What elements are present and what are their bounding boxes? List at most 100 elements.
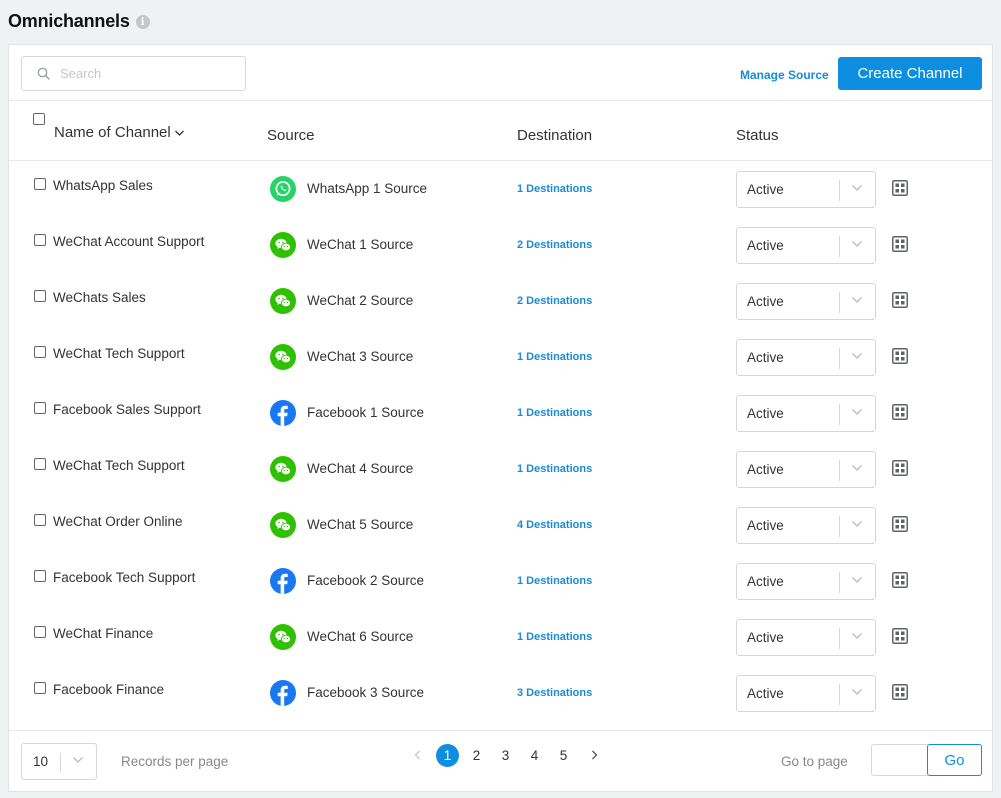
info-icon[interactable]: i — [135, 15, 150, 29]
page-number-5[interactable]: 5 — [552, 744, 575, 767]
sort-chevron-down-icon[interactable] — [174, 129, 185, 137]
channel-name: WhatsApp Sales — [53, 178, 153, 193]
select-divider — [839, 348, 840, 369]
wechat-icon — [270, 624, 296, 650]
status-select[interactable]: Active — [736, 283, 876, 320]
select-divider — [839, 236, 840, 257]
page-number-3[interactable]: 3 — [494, 744, 517, 767]
page-title: Omnichannels — [8, 10, 130, 31]
qr-code-icon[interactable] — [892, 684, 908, 705]
destinations-link[interactable]: 4 Destinations — [517, 519, 592, 531]
page-number-1[interactable]: 1 — [436, 743, 459, 767]
qr-code-icon[interactable] — [892, 180, 908, 201]
qr-code-icon[interactable] — [892, 404, 908, 425]
row-checkbox[interactable] — [34, 346, 46, 358]
chevron-down-icon — [852, 353, 862, 359]
row-checkbox[interactable] — [34, 290, 46, 302]
chevron-down-icon — [852, 409, 862, 415]
status-select[interactable]: Active — [736, 507, 876, 544]
row-checkbox[interactable] — [34, 626, 46, 638]
source-name: WeChat 4 Source — [307, 461, 414, 476]
status-select[interactable]: Active — [736, 619, 876, 656]
select-all-checkbox[interactable] — [33, 113, 45, 125]
prev-page-icon[interactable] — [409, 750, 425, 760]
table-row: WeChat Tech Support WeChat 4 Source 1 Dest… — [9, 441, 992, 497]
status-select[interactable]: Active — [736, 395, 876, 432]
table-row: WeChat Account Support WeChat 1 Source 2 D… — [9, 217, 992, 273]
qr-code-icon[interactable] — [892, 460, 908, 481]
row-checkbox[interactable] — [34, 682, 46, 694]
status-value: Active — [747, 182, 784, 197]
destinations-link[interactable]: 1 Destinations — [517, 183, 592, 195]
column-header-name-label: Name of Channel — [54, 124, 171, 141]
qr-code-icon[interactable] — [892, 292, 908, 313]
destinations-link[interactable]: 2 Destinations — [517, 295, 592, 307]
select-divider — [839, 572, 840, 593]
qr-code-icon[interactable] — [892, 348, 908, 369]
status-select[interactable]: Active — [736, 451, 876, 488]
toolbar: Manage Source Create Channel — [9, 45, 992, 101]
source-name: Facebook 2 Source — [307, 573, 425, 588]
row-checkbox[interactable] — [34, 458, 46, 470]
search-input[interactable] — [60, 66, 230, 81]
source-name: WeChat 5 Source — [307, 517, 414, 532]
page-number-2[interactable]: 2 — [465, 744, 488, 767]
source-name: WeChat 3 Source — [307, 349, 414, 364]
go-to-page-input[interactable] — [871, 744, 928, 776]
chevron-down-icon — [852, 185, 862, 191]
qr-code-icon[interactable] — [892, 628, 908, 649]
facebook-icon — [270, 568, 296, 594]
status-select[interactable]: Active — [736, 563, 876, 600]
channel-name: WeChat Order Online — [53, 514, 183, 529]
channel-name: Facebook Finance — [53, 682, 165, 697]
status-value: Active — [747, 350, 784, 365]
status-select[interactable]: Active — [736, 339, 876, 376]
status-value: Active — [747, 686, 784, 701]
channel-name: Facebook Tech Support — [53, 570, 196, 585]
destinations-link[interactable]: 1 Destinations — [517, 351, 592, 363]
destinations-link[interactable]: 1 Destinations — [517, 463, 592, 475]
row-checkbox[interactable] — [34, 234, 46, 246]
status-value: Active — [747, 518, 784, 533]
destinations-link[interactable]: 1 Destinations — [517, 407, 592, 419]
column-header-destination: Destination — [517, 127, 593, 144]
chevron-down-icon — [852, 465, 862, 471]
column-header-name[interactable]: Name of Channel — [54, 124, 185, 141]
qr-code-icon[interactable] — [892, 236, 908, 257]
page-header: Omnichannels i — [8, 9, 150, 33]
row-checkbox[interactable] — [34, 402, 46, 414]
status-value: Active — [747, 630, 784, 645]
next-page-icon[interactable] — [586, 750, 602, 760]
per-page-value: 10 — [33, 754, 49, 769]
row-checkbox[interactable] — [34, 178, 46, 190]
wechat-icon — [270, 288, 296, 314]
row-checkbox[interactable] — [34, 514, 46, 526]
status-select[interactable]: Active — [736, 675, 876, 712]
table-header: Name of Channel Source Destination Statu… — [9, 101, 992, 161]
source-name: WeChat 6 Source — [307, 629, 414, 644]
destinations-link[interactable]: 1 Destinations — [517, 575, 592, 587]
chevron-down-icon — [852, 577, 862, 583]
status-value: Active — [747, 294, 784, 309]
channel-name: WeChat Finance — [53, 626, 154, 641]
status-select[interactable]: Active — [736, 227, 876, 264]
destinations-link[interactable]: 1 Destinations — [517, 631, 592, 643]
status-select[interactable]: Active — [736, 171, 876, 208]
qr-code-icon[interactable] — [892, 572, 908, 593]
page-number-4[interactable]: 4 — [523, 744, 546, 767]
go-button[interactable]: Go — [927, 744, 982, 776]
per-page-select[interactable]: 10 — [21, 743, 97, 780]
create-channel-button[interactable]: Create Channel — [838, 57, 982, 90]
search-box[interactable] — [21, 56, 246, 91]
pagination: 12345 — [409, 743, 602, 767]
channel-name: Facebook Sales Support — [53, 402, 201, 417]
chevron-down-icon — [73, 757, 83, 763]
qr-code-icon[interactable] — [892, 516, 908, 537]
select-divider — [839, 628, 840, 649]
manage-source-link[interactable]: Manage Source — [740, 68, 829, 82]
records-per-page-label: Records per page — [121, 754, 229, 769]
destinations-link[interactable]: 2 Destinations — [517, 239, 592, 251]
row-checkbox[interactable] — [34, 570, 46, 582]
destinations-link[interactable]: 3 Destinations — [517, 687, 592, 699]
select-divider — [839, 404, 840, 425]
